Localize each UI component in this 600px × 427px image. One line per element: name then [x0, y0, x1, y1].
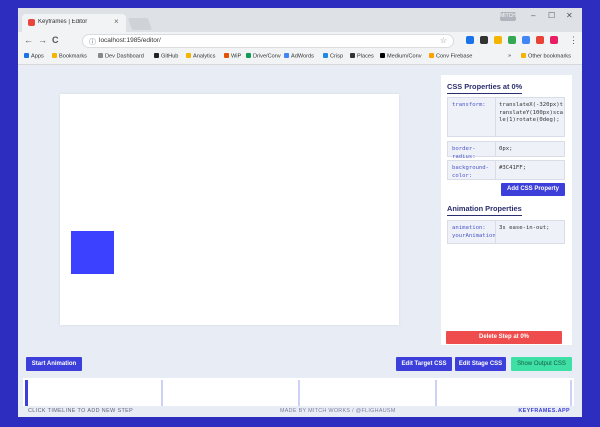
apps-icon [24, 53, 29, 58]
footer-credit[interactable]: MADE BY MITCH WORKS / @FLIGHAUSM [280, 408, 396, 414]
css-property-row[interactable]: transform: translateX(-320px)translateY(… [447, 97, 565, 137]
css-properties-title: CSS Properties at 0% [447, 82, 523, 94]
close-window-icon[interactable]: ✕ [566, 11, 573, 20]
row-divider [495, 98, 496, 136]
footer: CLICK TIMELINE TO ADD NEW STEP MADE BY M… [18, 406, 582, 417]
bookmark-medium-conv[interactable]: Medium/Conv [380, 53, 422, 60]
timeline-tick [298, 380, 300, 406]
delete-step-button[interactable]: Delete Step at 0% [446, 331, 562, 344]
extension-icon[interactable] [522, 36, 530, 44]
extension-icon[interactable] [480, 36, 488, 44]
footer-hint: CLICK TIMELINE TO ADD NEW STEP [28, 408, 134, 414]
property-value[interactable]: #3C41FF; [499, 165, 563, 173]
info-icon[interactable]: ⓘ [89, 37, 96, 47]
animation-target-shape[interactable] [71, 231, 114, 274]
address-bar[interactable]: ⓘ localhost:1985/editor/ ☆ [82, 34, 454, 48]
property-key: transform: [452, 102, 486, 108]
crisp-icon [323, 53, 328, 58]
css-property-row[interactable]: border-radius: 0px; [447, 141, 565, 160]
maximize-icon[interactable]: ☐ [548, 11, 555, 20]
bookmark-github[interactable]: GitHub [154, 53, 178, 60]
property-key: border-radius: [452, 146, 476, 160]
drive-icon [246, 53, 251, 58]
extension-icon[interactable] [466, 36, 474, 44]
footer-brand[interactable]: KEYFRAMES.APP [518, 408, 570, 414]
analytics-icon [186, 53, 191, 58]
profile-badge[interactable]: MITCH [500, 12, 516, 21]
add-css-property-button[interactable]: Add CSS Property [501, 183, 565, 196]
property-value[interactable]: translateX(-320px)translateY(100px)scale… [499, 102, 563, 125]
bookmark-star-icon[interactable]: ☆ [440, 36, 447, 45]
tab-title: Keyframes | Editor [38, 19, 88, 25]
reload-icon[interactable]: C [52, 35, 59, 45]
edit-target-css-button[interactable]: Edit Target CSS [396, 357, 452, 371]
timeline-tick [570, 380, 572, 406]
bookmark-places[interactable]: Places [350, 53, 374, 60]
row-divider [495, 142, 496, 156]
bookmarks-bar: Apps Bookmarks Dev Dashboard GitHub Anal… [18, 50, 582, 65]
row-divider [495, 221, 496, 243]
edit-stage-css-button[interactable]: Edit Stage CSS [455, 357, 506, 371]
css-property-row[interactable]: background-color: #3C41FF; [447, 160, 565, 180]
property-key: background-color: [452, 165, 490, 179]
bookmark-wip[interactable]: WiP [224, 53, 241, 60]
github-icon [154, 53, 159, 58]
keyframes-editor: CSS Properties at 0% transform: translat… [18, 65, 582, 417]
forward-icon[interactable]: → [38, 35, 47, 45]
property-value[interactable]: 0px; [499, 146, 563, 154]
animation-properties-title: Animation Properties [447, 204, 522, 216]
adwords-icon [284, 53, 289, 58]
browser-toolbar: ← → C ⓘ localhost:1985/editor/ ☆ ⋮ [18, 32, 582, 50]
timeline-step-active[interactable] [25, 380, 28, 406]
bookmark-adwords[interactable]: AdWords [284, 53, 314, 60]
row-divider [495, 161, 496, 179]
bookmark-crisp[interactable]: Crisp [323, 53, 343, 60]
bookmarks-overflow[interactable]: » [508, 53, 511, 59]
medium-icon [380, 53, 385, 58]
firebase-icon [429, 53, 434, 58]
favicon-icon [28, 19, 35, 26]
show-output-css-button[interactable]: Show Output CSS [511, 357, 572, 371]
bookmark-apps[interactable]: Apps [24, 53, 44, 60]
dashboard-icon [98, 53, 103, 58]
timeline-tick [161, 380, 163, 406]
bookmark-drive-conv[interactable]: Drive/Conv [246, 53, 281, 60]
bookmark-conv-firebase[interactable]: Conv Firebase [429, 53, 472, 60]
tab-strip: Keyframes | Editor × MITCH – ☐ ✕ [18, 8, 582, 32]
url-text[interactable]: localhost:1985/editor/ [99, 37, 161, 44]
browser-window: Keyframes | Editor × MITCH – ☐ ✕ ← → C ⓘ… [18, 8, 582, 417]
extension-icon[interactable] [494, 36, 502, 44]
bookmark-icon [52, 53, 57, 58]
bookmark-bookmarks[interactable]: Bookmarks [52, 53, 87, 60]
new-tab-button[interactable] [127, 18, 153, 30]
tab-close-icon[interactable]: × [114, 17, 119, 26]
property-value[interactable]: 3s ease-in-out; [499, 225, 563, 233]
bookmark-analytics[interactable]: Analytics [186, 53, 215, 60]
other-bookmarks[interactable]: Other bookmarks [521, 53, 571, 60]
places-icon [350, 53, 355, 58]
wip-icon [224, 53, 229, 58]
timeline-tick [435, 380, 437, 406]
property-key: animation: yourAnimation [452, 225, 496, 239]
bookmark-dev-dashboard[interactable]: Dev Dashboard [98, 53, 144, 60]
properties-panel: CSS Properties at 0% transform: translat… [441, 75, 572, 345]
minimize-icon[interactable]: – [531, 11, 535, 20]
extension-icon[interactable] [508, 36, 516, 44]
extension-icon[interactable] [536, 36, 544, 44]
extension-icon[interactable] [550, 36, 558, 44]
start-animation-button[interactable]: Start Animation [26, 357, 82, 371]
menu-icon[interactable]: ⋮ [569, 35, 578, 46]
animation-property-row[interactable]: animation: yourAnimation 3s ease-in-out; [447, 220, 565, 244]
timeline[interactable] [23, 378, 574, 408]
back-icon[interactable]: ← [24, 35, 33, 45]
browser-tab[interactable]: Keyframes | Editor × [22, 14, 126, 32]
folder-icon [521, 53, 526, 58]
animation-stage[interactable] [60, 94, 399, 325]
